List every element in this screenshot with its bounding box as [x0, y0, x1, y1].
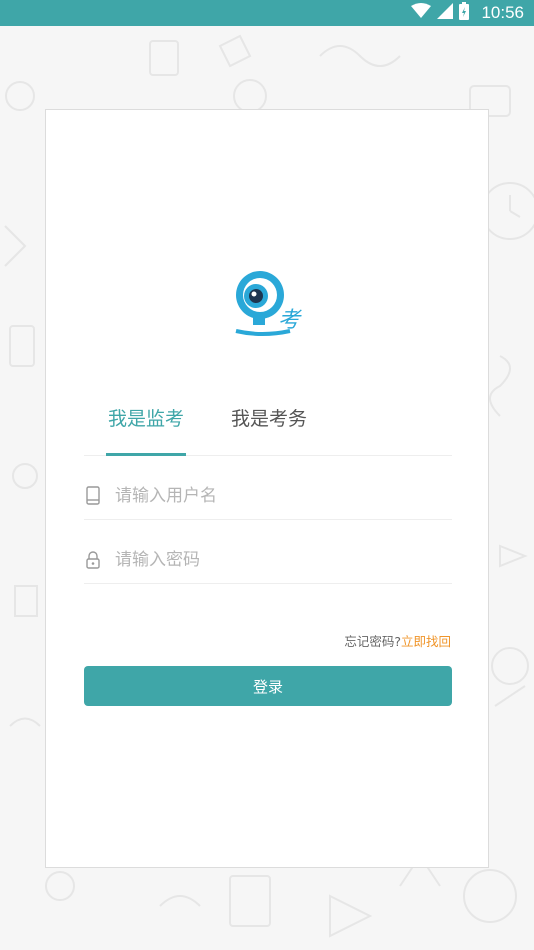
- webcam-logo-icon: 考: [232, 267, 306, 341]
- forgot-password-text: 忘记密码?: [344, 634, 401, 649]
- active-tab-indicator: [106, 453, 186, 456]
- status-time: 10:56: [481, 3, 524, 22]
- status-bar: 10:56: [0, 0, 534, 26]
- recover-password-link[interactable]: 立即找回: [401, 634, 451, 649]
- role-tabs: 我是监考 我是考务: [84, 392, 452, 456]
- username-input[interactable]: [115, 475, 435, 516]
- lock-icon: [84, 550, 102, 570]
- battery-charging-icon: [459, 2, 470, 24]
- login-button[interactable]: 登录: [84, 666, 452, 706]
- password-input[interactable]: [115, 539, 435, 580]
- tab-proctor[interactable]: 我是监考: [106, 392, 186, 456]
- username-field: [84, 472, 452, 520]
- login-card: 考 我是监考 我是考务 忘记密码?立即找回 登录: [45, 109, 489, 868]
- phone-icon: [84, 486, 102, 506]
- signal-icon: [437, 3, 454, 23]
- wifi-icon: [411, 3, 432, 23]
- tab-exam-affairs[interactable]: 我是考务: [228, 392, 310, 456]
- password-field: [84, 536, 452, 584]
- forgot-password: 忘记密码?立即找回: [344, 631, 451, 650]
- logo-text: 考: [278, 308, 302, 333]
